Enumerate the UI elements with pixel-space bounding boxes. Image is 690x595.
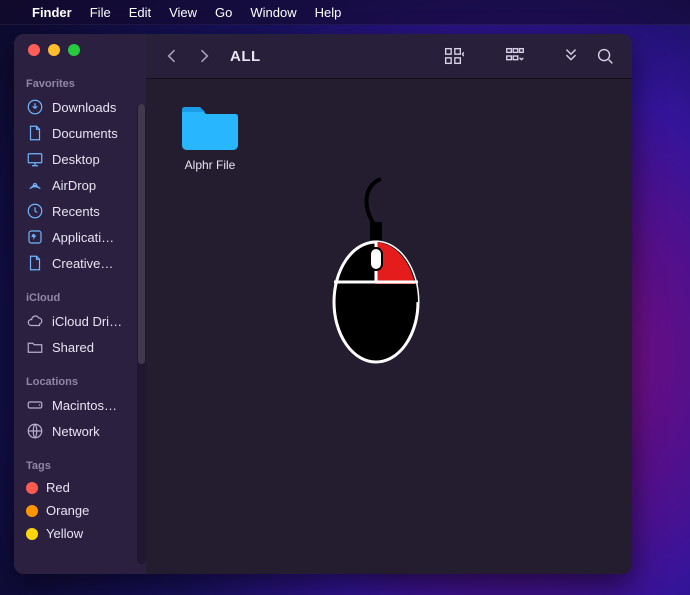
clock-icon bbox=[26, 202, 44, 220]
tag-dot-icon bbox=[26, 505, 38, 517]
toolbar-overflow-icon[interactable] bbox=[560, 45, 582, 67]
sidebar-tag-red[interactable]: Red bbox=[14, 476, 146, 499]
airdrop-icon bbox=[26, 176, 44, 194]
group-by-icon[interactable] bbox=[504, 45, 526, 67]
sidebar-item-downloads[interactable]: Downloads bbox=[14, 94, 146, 120]
zoom-button[interactable] bbox=[68, 44, 80, 56]
sidebar-item-label: Orange bbox=[46, 503, 89, 518]
tag-dot-icon bbox=[26, 482, 38, 494]
document-icon bbox=[26, 254, 44, 272]
sidebar-item-label: Recents bbox=[52, 204, 100, 219]
sidebar-scroll-thumb[interactable] bbox=[138, 104, 145, 364]
icon-grid[interactable]: Alphr File bbox=[146, 78, 632, 574]
section-icloud-label: iCloud bbox=[14, 286, 146, 308]
menu-app-name[interactable]: Finder bbox=[32, 5, 72, 20]
section-locations-label: Locations bbox=[14, 370, 146, 392]
sidebar-item-label: Downloads bbox=[52, 100, 116, 115]
sidebar-item-label: Network bbox=[52, 424, 100, 439]
network-icon bbox=[26, 422, 44, 440]
applications-icon bbox=[26, 228, 44, 246]
sidebar-item-label: Macintos… bbox=[52, 398, 117, 413]
section-favorites-label: Favorites bbox=[14, 72, 146, 94]
folder-icon bbox=[178, 100, 242, 152]
back-button[interactable] bbox=[162, 46, 182, 66]
sidebar-item-applications[interactable]: Applicati… bbox=[14, 224, 146, 250]
sidebar-tag-orange[interactable]: Orange bbox=[14, 499, 146, 522]
sidebar-item-macintosh[interactable]: Macintos… bbox=[14, 392, 146, 418]
sidebar-item-creative[interactable]: Creative… bbox=[14, 250, 146, 276]
sidebar-item-label: Documents bbox=[52, 126, 118, 141]
document-icon bbox=[26, 124, 44, 142]
sidebar-item-label: Applicati… bbox=[52, 230, 114, 245]
content-area: ALL Alphr File bbox=[146, 34, 632, 574]
sidebar-item-icloud-drive[interactable]: iCloud Dri… bbox=[14, 308, 146, 334]
sidebar-item-shared[interactable]: Shared bbox=[14, 334, 146, 360]
menu-view[interactable]: View bbox=[169, 5, 197, 20]
sidebar-item-label: Creative… bbox=[52, 256, 113, 271]
sidebar-item-label: iCloud Dri… bbox=[52, 314, 122, 329]
disk-icon bbox=[26, 396, 44, 414]
sidebar-tag-yellow[interactable]: Yellow bbox=[14, 522, 146, 545]
sidebar-item-documents[interactable]: Documents bbox=[14, 120, 146, 146]
sidebar-item-airdrop[interactable]: AirDrop bbox=[14, 172, 146, 198]
close-button[interactable] bbox=[28, 44, 40, 56]
tag-dot-icon bbox=[26, 528, 38, 540]
cloud-icon bbox=[26, 312, 44, 330]
menu-window[interactable]: Window bbox=[250, 5, 296, 20]
forward-button[interactable] bbox=[194, 46, 214, 66]
download-icon bbox=[26, 98, 44, 116]
menu-help[interactable]: Help bbox=[315, 5, 342, 20]
folder-item[interactable]: Alphr File bbox=[168, 100, 252, 172]
finder-window: Favorites Downloads Documents Desktop Ai… bbox=[14, 34, 632, 574]
minimize-button[interactable] bbox=[48, 44, 60, 56]
shared-folder-icon bbox=[26, 338, 44, 356]
folder-label: Alphr File bbox=[168, 158, 252, 172]
sidebar-item-label: Red bbox=[46, 480, 70, 495]
section-tags-label: Tags bbox=[14, 454, 146, 476]
menu-bar: Finder File Edit View Go Window Help bbox=[0, 0, 690, 25]
menu-go[interactable]: Go bbox=[215, 5, 232, 20]
search-icon[interactable] bbox=[594, 45, 616, 67]
sidebar-item-recents[interactable]: Recents bbox=[14, 198, 146, 224]
sidebar-item-label: Yellow bbox=[46, 526, 83, 541]
window-controls bbox=[14, 44, 146, 72]
sidebar-item-label: Shared bbox=[52, 340, 94, 355]
sidebar: Favorites Downloads Documents Desktop Ai… bbox=[14, 34, 147, 574]
view-switcher-icon[interactable] bbox=[442, 45, 464, 67]
desktop-icon bbox=[26, 150, 44, 168]
window-title: ALL bbox=[230, 48, 430, 65]
toolbar: ALL bbox=[146, 34, 632, 79]
sidebar-item-label: AirDrop bbox=[52, 178, 96, 193]
menu-file[interactable]: File bbox=[90, 5, 111, 20]
sidebar-item-label: Desktop bbox=[52, 152, 100, 167]
sidebar-scrollbar[interactable] bbox=[137, 104, 146, 564]
sidebar-item-network[interactable]: Network bbox=[14, 418, 146, 444]
sidebar-item-desktop[interactable]: Desktop bbox=[14, 146, 146, 172]
menu-edit[interactable]: Edit bbox=[129, 5, 151, 20]
